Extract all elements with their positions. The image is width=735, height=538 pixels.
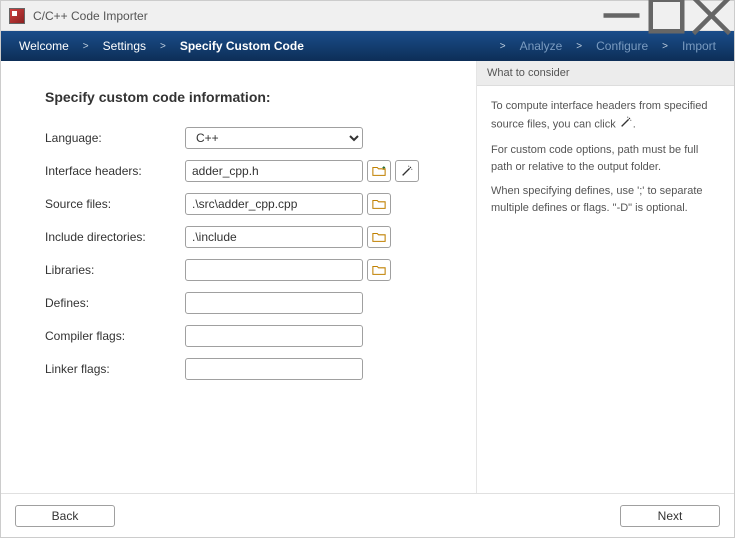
nav-sep: > [160,41,166,52]
nav-step-welcome[interactable]: Welcome [19,39,69,53]
help-text-1a: To compute interface headers from specif… [491,100,707,130]
wand-icon [619,115,633,135]
include-dirs-input[interactable] [185,226,363,248]
compiler-flags-input[interactable] [185,325,363,347]
row-language: Language: C++ [45,127,456,149]
nav-step-configure: Configure [596,39,648,53]
titlebar: C/C++ Code Importer [1,1,734,31]
nav-sep: > [662,41,668,52]
minimize-button[interactable] [599,1,644,30]
source-files-input[interactable] [185,193,363,215]
nav-step-analyze: Analyze [520,39,563,53]
row-source-files: Source files: [45,193,456,215]
nav-step-specify[interactable]: Specify Custom Code [180,39,304,53]
page-title: Specify custom code information: [45,89,456,105]
nav-sep: > [500,41,506,52]
help-text-3: When specifying defines, use ';' to sepa… [491,183,720,216]
nav-sep: > [83,41,89,52]
browse-source-files-button[interactable] [367,193,391,215]
interface-headers-input[interactable] [185,160,363,182]
wand-icon [400,164,414,178]
help-text-1: To compute interface headers from specif… [491,98,720,134]
libraries-input[interactable] [185,259,363,281]
nav-sep: > [576,41,582,52]
folder-icon [372,230,386,244]
label-linker-flags: Linker flags: [45,362,185,376]
row-include-dirs: Include directories: [45,226,456,248]
auto-detect-headers-button[interactable] [395,160,419,182]
help-text-1b: . [633,118,636,130]
label-interface-headers: Interface headers: [45,164,185,178]
label-defines: Defines: [45,296,185,310]
linker-flags-input[interactable] [185,358,363,380]
window-controls [599,1,734,30]
label-language: Language: [45,131,185,145]
label-libraries: Libraries: [45,263,185,277]
nav-step-settings[interactable]: Settings [103,39,146,53]
browse-libraries-button[interactable] [367,259,391,281]
folder-icon [372,263,386,277]
row-linker-flags: Linker flags: [45,358,456,380]
back-button[interactable]: Back [15,505,115,527]
body: Specify custom code information: Languag… [1,61,734,493]
nav-step-import: Import [682,39,716,53]
folder-icon [372,197,386,211]
next-button[interactable]: Next [620,505,720,527]
label-compiler-flags: Compiler flags: [45,329,185,343]
row-interface-headers: Interface headers: [45,160,456,182]
row-libraries: Libraries: [45,259,456,281]
label-source-files: Source files: [45,197,185,211]
maximize-button[interactable] [644,1,689,30]
row-compiler-flags: Compiler flags: [45,325,456,347]
window-title: C/C++ Code Importer [33,9,599,23]
side-panel-header: What to consider [477,61,734,86]
side-panel-body: To compute interface headers from specif… [477,86,734,236]
app-icon [9,8,25,24]
footer: Back Next [1,493,734,537]
folder-icon [372,164,386,178]
label-include-dirs: Include directories: [45,230,185,244]
side-panel: What to consider To compute interface he… [476,61,734,493]
main-panel: Specify custom code information: Languag… [1,61,476,493]
close-button[interactable] [689,1,734,30]
browse-interface-headers-button[interactable] [367,160,391,182]
browse-include-dirs-button[interactable] [367,226,391,248]
help-text-2: For custom code options, path must be fu… [491,142,720,175]
row-defines: Defines: [45,292,456,314]
defines-input[interactable] [185,292,363,314]
language-select[interactable]: C++ [185,127,363,149]
